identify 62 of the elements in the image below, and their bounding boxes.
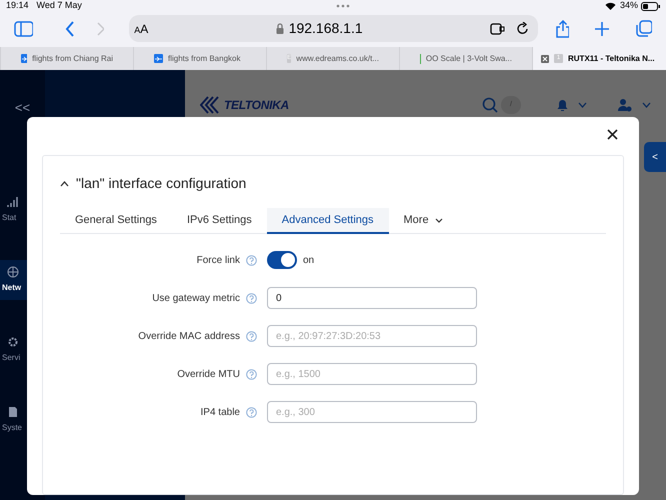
sidebar-item[interactable]: Netw	[0, 260, 27, 300]
lock-icon	[276, 23, 284, 34]
chevron-down-icon	[434, 218, 443, 222]
status-time: 19:14	[6, 0, 29, 12]
help-icon[interactable]	[246, 368, 257, 380]
close-icon[interactable]	[607, 129, 618, 140]
text-size-small: A	[134, 25, 140, 37]
field-label: Use gateway metric	[151, 292, 240, 306]
input-field[interactable]: 0	[267, 287, 477, 309]
chevron-down-icon[interactable]	[642, 102, 651, 108]
input-field[interactable]: e.g., 300	[267, 401, 477, 423]
settings-tab[interactable]: General Settings	[60, 208, 172, 234]
browser-tab[interactable]: flights from Bangkok	[133, 47, 266, 70]
extension-icon[interactable]	[490, 22, 506, 34]
address-bar[interactable]: AA 192.168.1.1	[129, 15, 538, 42]
browser-tab[interactable]: OO Scale | 3-Volt Swa...	[399, 47, 532, 70]
browser-tab[interactable]: flights from Chiang Rai	[0, 47, 133, 70]
gear-icon	[7, 336, 19, 348]
tabs-icon[interactable]	[636, 20, 652, 37]
airplane-icon	[154, 54, 163, 63]
help-icon[interactable]	[246, 292, 257, 304]
url-text: 192.168.1.1	[288, 19, 363, 38]
bell-icon[interactable]	[557, 99, 568, 111]
field-label: IP4 table	[200, 406, 240, 420]
globe-icon	[7, 266, 19, 278]
more-dropdown[interactable]: More	[388, 208, 458, 234]
help-icon[interactable]	[246, 406, 257, 418]
field-label: Override MTU	[176, 368, 240, 382]
settings-tab[interactable]: Advanced Settings	[266, 208, 388, 234]
back-icon[interactable]	[65, 20, 75, 36]
help-icon[interactable]	[246, 330, 257, 342]
section-title: "lan" interface configuration	[76, 174, 246, 193]
reload-icon[interactable]	[517, 22, 530, 35]
help-icon[interactable]	[246, 254, 257, 266]
share-icon[interactable]	[556, 20, 570, 38]
more-icon[interactable]	[336, 4, 350, 8]
field-label: Override MAC address	[137, 330, 240, 344]
plus-icon[interactable]	[595, 22, 609, 36]
user-settings-icon[interactable]	[618, 98, 632, 112]
sidebar-item[interactable]: Stat	[0, 190, 27, 230]
status-date: Wed 7 May	[36, 0, 82, 12]
sidebar-item[interactable]: Servi	[0, 330, 27, 370]
input-field[interactable]: e.g., 1500	[267, 363, 477, 385]
text-size-large: A	[140, 20, 148, 38]
switch-state: on	[303, 254, 314, 268]
sidebar-item[interactable]: Syste	[0, 400, 27, 440]
signal-icon	[7, 196, 19, 208]
wifi-icon	[604, 2, 616, 10]
file-icon	[7, 406, 19, 418]
settings-tab[interactable]: IPv6 Settings	[172, 208, 267, 234]
battery-percent: 34%	[620, 0, 638, 12]
collapse-button[interactable]: <<	[14, 98, 30, 118]
airplane-icon	[21, 54, 28, 63]
toggle-switch[interactable]	[267, 251, 297, 269]
input-field[interactable]: e.g., 20:97:27:3D:20:53	[267, 325, 477, 347]
collapse-caret-icon[interactable]	[60, 180, 69, 186]
teltonika-logo: TELTONIKA	[200, 96, 289, 114]
field-label: Force link	[196, 254, 240, 268]
side-panel-tab[interactable]: <	[644, 142, 666, 172]
chevron-down-icon[interactable]	[578, 102, 587, 108]
search-icon[interactable]	[482, 97, 498, 113]
sidebar-icon[interactable]	[14, 20, 34, 36]
